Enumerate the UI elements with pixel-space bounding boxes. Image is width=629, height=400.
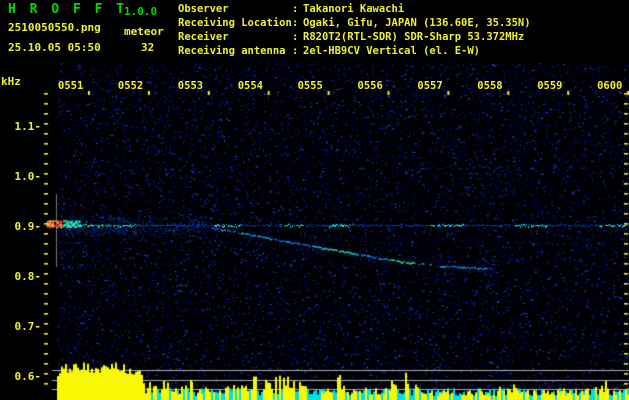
time-axis-label: 0557: [417, 80, 443, 92]
freq-axis-label: 0.7-: [14, 320, 42, 333]
time-axis-label: 0555: [297, 80, 323, 92]
time-axis-label: 0554: [237, 80, 263, 92]
time-axis-label: 0559: [537, 80, 563, 92]
info-colon: :: [292, 31, 299, 43]
time-axis-label: 0558: [477, 80, 503, 92]
info-value: R820T2(RTL-SDR) SDR-Sharp 53.372MHz: [303, 31, 525, 43]
hrofft-window: H R O F F T 1.0.0 2510050550.png meteor …: [0, 0, 629, 400]
station-info-row: Receiving antenna:2el-HB9CV Vertical (el…: [178, 44, 531, 58]
freq-axis-label: 0.9-: [14, 220, 42, 233]
info-label: Receiving antenna: [178, 45, 286, 57]
info-label: Receiving Location: [178, 17, 292, 29]
spectrogram-canvas: [0, 0, 629, 400]
station-info-block: Observer: Takanori Kawachi Receiving Locat…: [178, 2, 531, 58]
freq-axis-label: 0.8-: [14, 270, 42, 283]
time-axis-label: 0553: [177, 80, 204, 92]
info-colon: :: [292, 17, 299, 29]
info-value: Ogaki, Gifu, JAPAN (136.60E, 35.35N): [303, 17, 531, 29]
time-axis-label: 0551: [58, 80, 84, 92]
station-info-row: Receiving Location: Ogaki, Gifu, JAPAN (1…: [178, 16, 531, 30]
info-value: 2el-HB9CV Vertical (el. E-W): [303, 45, 481, 57]
freq-axis-label: 0.6-: [14, 370, 42, 383]
output-filename: 2510050550.png: [8, 21, 101, 34]
station-info-row: Receiver: R820T2(RTL-SDR) SDR-Sharp 53.37…: [178, 30, 531, 44]
app-title: H R O F F T: [8, 2, 128, 17]
time-axis-label: 0600: [597, 80, 623, 92]
freq-unit-label: kHz: [1, 75, 21, 88]
freq-axis-label: 1.0-: [14, 170, 42, 183]
app-version: 1.0.0: [124, 5, 158, 18]
time-axis-label: 0556: [357, 80, 383, 92]
observation-datetime: 25.10.05 05:50: [8, 41, 101, 54]
info-label: Receiver: [178, 31, 229, 43]
info-value: Takanori Kawachi: [303, 3, 405, 15]
station-info-row: Observer: Takanori Kawachi: [178, 2, 531, 16]
freq-axis-label: 1.1-: [14, 120, 42, 133]
info-colon: :: [292, 3, 299, 15]
time-axis-label: 0552: [117, 80, 144, 92]
info-colon: :: [292, 45, 299, 57]
mode-label: meteor: [124, 25, 164, 38]
echo-count: 32: [141, 41, 155, 54]
info-label: Observer: [178, 3, 229, 15]
